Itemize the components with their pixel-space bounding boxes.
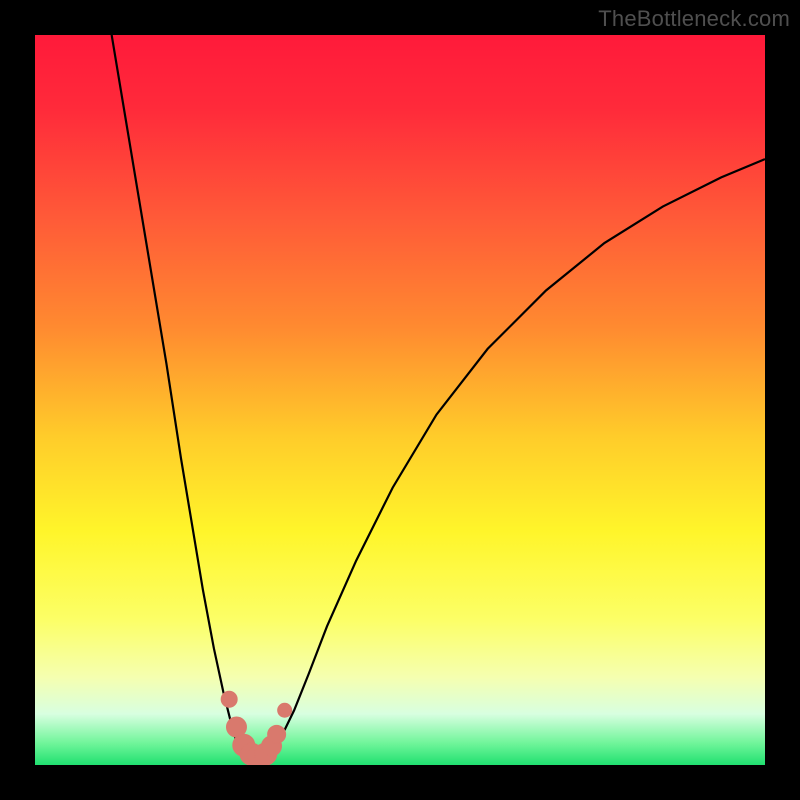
chart-frame: TheBottleneck.com xyxy=(0,0,800,800)
curve-marker xyxy=(278,703,292,717)
bottleneck-chart xyxy=(35,35,765,765)
curve-marker xyxy=(221,691,237,707)
plot-area xyxy=(35,35,765,765)
curve-marker xyxy=(268,725,286,743)
watermark-label: TheBottleneck.com xyxy=(598,6,790,32)
gradient-background xyxy=(35,35,765,765)
